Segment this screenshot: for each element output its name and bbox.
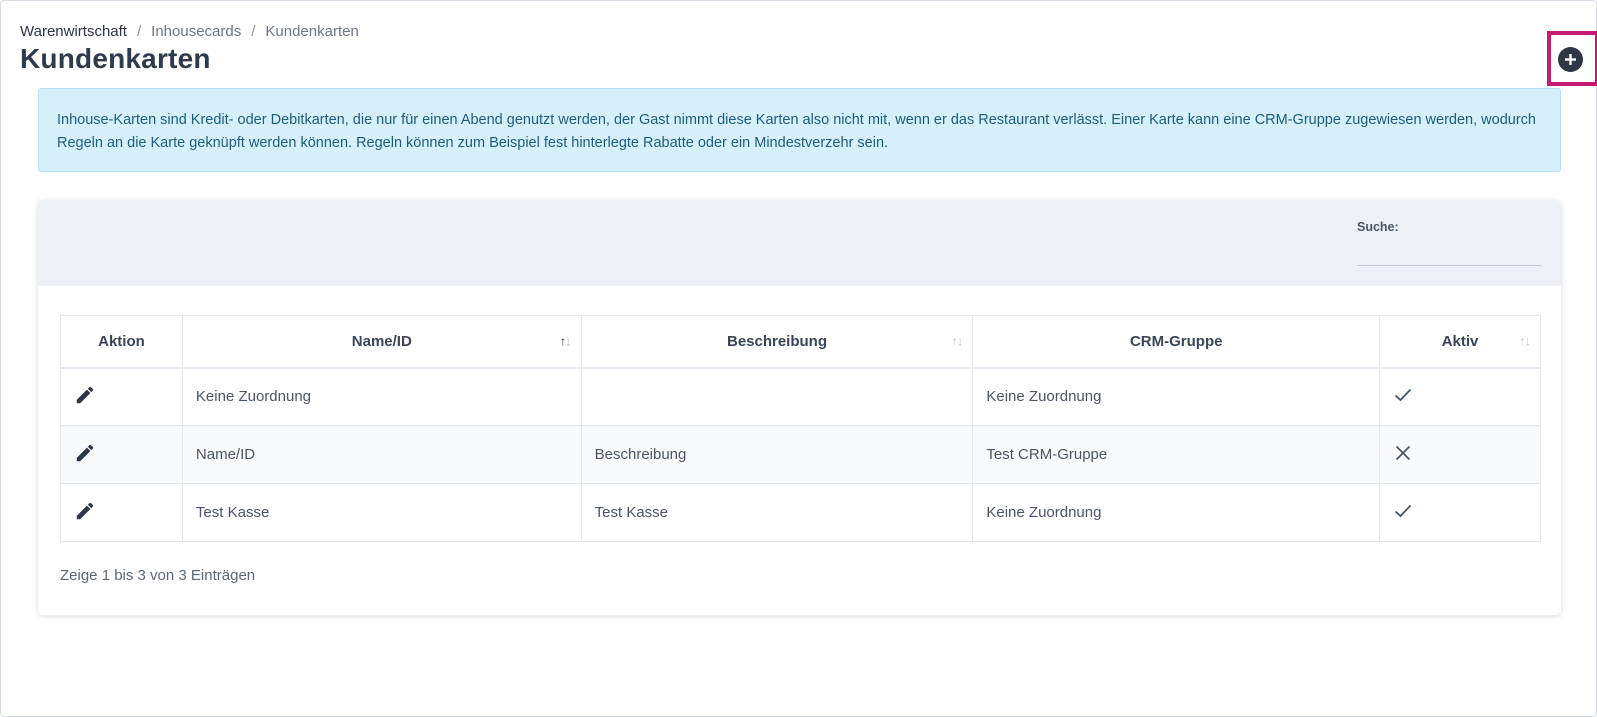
table-header-row: Aktion Name/ID ↑↓ Beschreibung ↑↓ CRM-Gr…: [60, 315, 1541, 369]
name-cell: Keine Zuordnung: [181, 367, 582, 426]
crm-group-cell: Keine Zuordnung: [972, 483, 1381, 542]
name-cell: Name/ID: [181, 425, 582, 484]
action-cell: [60, 483, 183, 542]
plus-circle-icon: [1565, 54, 1576, 65]
crm-group-cell: Keine Zuordnung: [972, 367, 1381, 426]
column-header-crm-gruppe: CRM-Gruppe: [972, 315, 1381, 369]
pencil-icon[interactable]: [74, 384, 96, 406]
column-header-name[interactable]: Name/ID ↑↓: [181, 315, 582, 369]
pencil-icon[interactable]: [74, 442, 96, 464]
pencil-icon[interactable]: [74, 500, 96, 522]
breadcrumb: Warenwirtschaft / Inhousecards / Kundenk…: [20, 23, 359, 40]
breadcrumb-item-kundenkarten: Kundenkarten: [265, 23, 359, 40]
search-input[interactable]: [1357, 240, 1541, 266]
description-cell: Beschreibung: [580, 425, 974, 484]
table-row: Keine Zuordnung Keine Zuordnung: [60, 367, 1541, 426]
breadcrumb-separator: /: [136, 23, 142, 40]
table-row: Name/ID Beschreibung Test CRM-Gruppe: [60, 425, 1541, 484]
check-icon: [1394, 388, 1412, 402]
cross-icon: [1395, 445, 1411, 460]
check-icon: [1394, 504, 1412, 517]
breadcrumb-separator: /: [251, 23, 256, 40]
active-cell: [1379, 367, 1541, 426]
info-alert-text: Inhouse-Karten sind Kredit- oder Debitka…: [57, 112, 1536, 151]
breadcrumb-item-inhousecards[interactable]: Inhousecards: [151, 23, 241, 40]
info-alert: Inhouse-Karten sind Kredit- oder Debitka…: [38, 88, 1561, 172]
breadcrumb-item-warenwirtschaft[interactable]: Warenwirtschaft: [20, 23, 127, 40]
column-header-aktion: Aktion: [60, 315, 183, 369]
page-frame: Warenwirtschaft / Inhousecards / Kundenk…: [0, 0, 1597, 717]
table-card-header: Suche:: [38, 200, 1561, 286]
name-cell: Test Kasse: [181, 483, 582, 542]
table-info-text: Zeige 1 bis 3 von 3 Einträgen: [60, 567, 256, 584]
column-header-aktiv[interactable]: Aktiv ↑↓: [1379, 315, 1541, 369]
cards-table: Aktion Name/ID ↑↓ Beschreibung ↑↓ CRM-Gr…: [60, 315, 1541, 542]
table-row: Test Kasse Test Kasse Keine Zuordnung: [60, 483, 1541, 542]
crm-group-cell: Test CRM-Gruppe: [972, 425, 1381, 484]
table-card: Suche: Aktion Name/ID ↑↓ Beschreibung ↑↓…: [38, 200, 1561, 615]
sort-icon: ↑↓: [951, 333, 963, 349]
search-label: Suche:: [1357, 220, 1399, 234]
page-title: Kundenkarten: [20, 43, 211, 74]
action-cell: [60, 367, 183, 426]
sort-icon: ↑↓: [1519, 333, 1531, 349]
sort-asc-icon: ↑↓: [559, 333, 572, 349]
action-cell: [60, 425, 183, 484]
active-cell: [1379, 483, 1541, 542]
description-cell: Test Kasse: [580, 483, 974, 542]
column-header-beschreibung[interactable]: Beschreibung ↑↓: [580, 315, 974, 369]
description-cell: [580, 367, 974, 426]
add-card-button[interactable]: [1558, 47, 1583, 72]
active-cell: [1379, 425, 1541, 484]
